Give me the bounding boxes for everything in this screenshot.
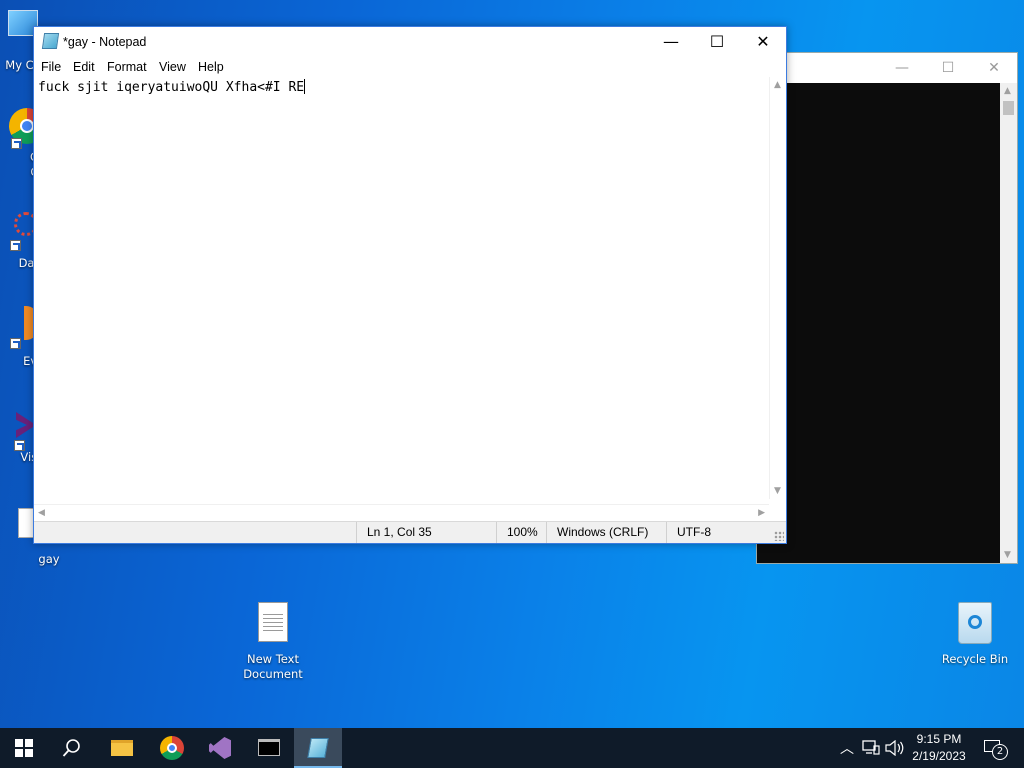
close-button[interactable]: ✕	[740, 27, 786, 57]
clock-time[interactable]: 9:15 PM	[906, 732, 972, 746]
console-minimize-button[interactable]: —	[879, 58, 925, 78]
show-hidden-icons-chevron-icon[interactable]: ︿	[840, 738, 854, 758]
command-prompt-icon	[258, 739, 280, 756]
search-icon	[62, 739, 80, 757]
desktop-icon-label: Document	[243, 667, 303, 681]
folder-icon	[111, 740, 133, 756]
menu-view[interactable]: View	[159, 60, 186, 74]
desktop-icon-new-text-document[interactable]: New Text Document	[236, 602, 310, 682]
notepad-title-bar[interactable]: *gay - Notepad — ☐ ✕	[34, 27, 786, 57]
status-line-ending: Windows (CRLF)	[546, 522, 666, 543]
start-button[interactable]	[0, 728, 48, 768]
menu-help[interactable]: Help	[198, 60, 224, 74]
desktop-icon-label: gay	[38, 552, 60, 566]
status-bar: Ln 1, Col 35 100% Windows (CRLF) UTF-8	[34, 521, 786, 543]
shortcut-arrow-icon	[10, 338, 21, 349]
scroll-left-icon[interactable]: ◀	[38, 508, 45, 518]
text-document-icon	[258, 602, 288, 642]
notepad-window[interactable]: *gay - Notepad — ☐ ✕ File Edit Format Vi…	[33, 26, 787, 544]
network-icon[interactable]	[862, 740, 880, 756]
desktop-icon-recycle-bin[interactable]: Recycle Bin	[938, 602, 1012, 667]
status-encoding: UTF-8	[666, 522, 766, 543]
chrome-icon	[160, 736, 184, 760]
status-position: Ln 1, Col 35	[356, 522, 496, 543]
console-scrollbar[interactable]: ▲ ▼	[1000, 83, 1017, 563]
status-zoom: 100%	[496, 522, 546, 543]
window-title: *gay - Notepad	[63, 35, 147, 49]
menu-bar: File Edit Format View Help	[34, 57, 786, 77]
action-center-button[interactable]: 2	[980, 736, 1010, 762]
windows-logo-icon	[15, 739, 33, 757]
console-window[interactable]: — ☐ ✕ ▲ ▼	[756, 52, 1018, 564]
volume-icon[interactable]	[885, 740, 905, 756]
scroll-up-icon[interactable]: ▲	[1004, 86, 1011, 96]
taskbar-notepad[interactable]	[294, 728, 342, 768]
console-maximize-button[interactable]: ☐	[925, 58, 971, 78]
taskbar-file-explorer[interactable]	[98, 728, 146, 768]
menu-format[interactable]: Format	[107, 60, 147, 74]
notepad-icon	[307, 738, 329, 758]
console-title-bar[interactable]: — ☐ ✕	[757, 53, 1017, 83]
desktop-icon-label: New Text	[247, 652, 299, 666]
vertical-scrollbar[interactable]: ▲ ▼	[769, 77, 786, 499]
notepad-icon	[41, 33, 60, 49]
console-scroll-thumb[interactable]	[1003, 101, 1014, 115]
editor-text: fuck sjit iqeryatuiwoQU Xfha<#I RE	[38, 80, 305, 95]
menu-file[interactable]: File	[41, 60, 61, 74]
taskbar: ︿ 9:15 PM 2/19/2023 2	[0, 728, 1024, 768]
shortcut-arrow-icon	[11, 138, 22, 149]
menu-edit[interactable]: Edit	[73, 60, 95, 74]
taskbar-command-prompt[interactable]	[245, 728, 293, 768]
horizontal-scrollbar[interactable]: ◀ ▶	[34, 504, 769, 521]
shortcut-arrow-icon	[10, 240, 21, 251]
recycle-bin-icon	[958, 602, 992, 644]
scroll-down-icon[interactable]: ▼	[1004, 550, 1011, 560]
scroll-up-icon[interactable]: ▲	[774, 80, 781, 90]
desktop-icon-label: Recycle Bin	[941, 652, 1009, 666]
clock-date[interactable]: 2/19/2023	[906, 749, 972, 763]
scroll-down-icon[interactable]: ▼	[774, 486, 781, 496]
shortcut-arrow-icon	[14, 440, 25, 451]
taskbar-visual-studio[interactable]	[196, 728, 244, 768]
text-editor[interactable]: fuck sjit iqeryatuiwoQU Xfha<#I RE	[34, 77, 769, 499]
console-output[interactable]	[757, 83, 1000, 563]
console-close-button[interactable]: ✕	[971, 58, 1017, 78]
minimize-button[interactable]: —	[648, 27, 694, 57]
text-caret	[304, 79, 306, 94]
visual-studio-icon	[209, 737, 231, 759]
maximize-button[interactable]: ☐	[694, 27, 740, 57]
taskbar-chrome[interactable]	[148, 728, 196, 768]
search-button[interactable]	[48, 728, 96, 768]
resize-grip-icon[interactable]	[774, 531, 784, 541]
notification-count-badge: 2	[992, 744, 1008, 760]
scroll-right-icon[interactable]: ▶	[758, 508, 765, 518]
